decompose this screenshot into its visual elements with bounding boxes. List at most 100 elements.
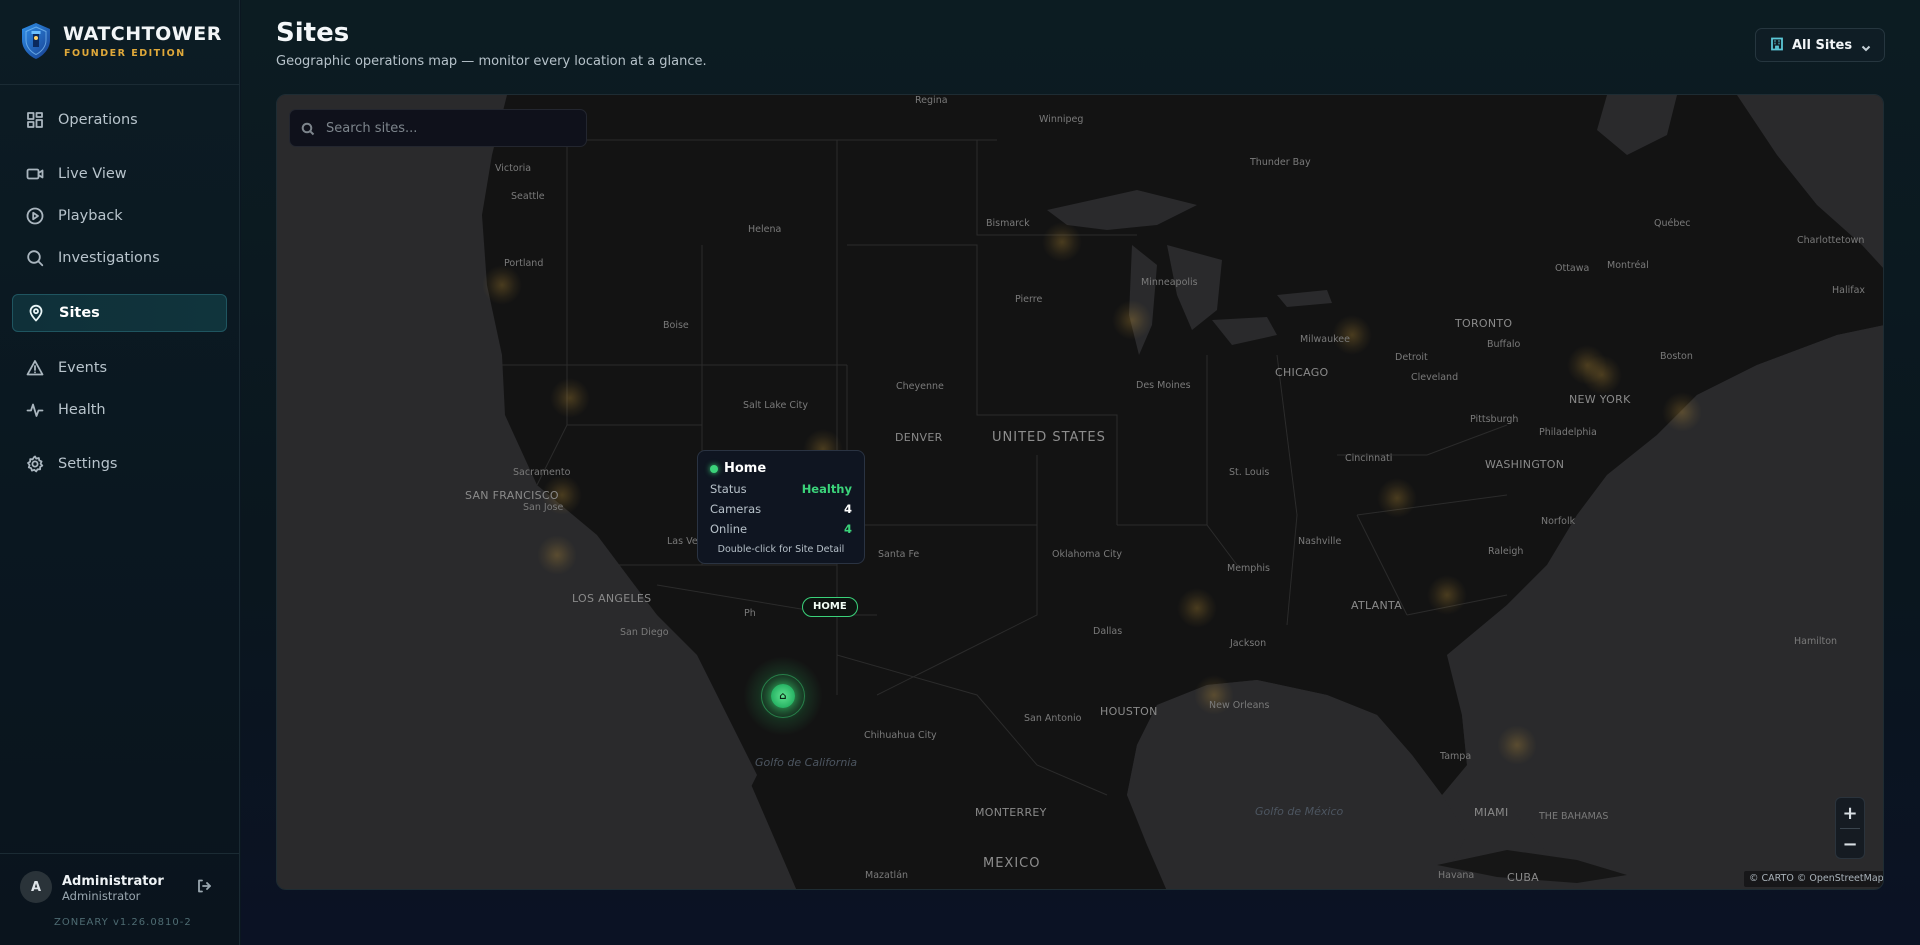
sidebar-item-label: Operations: [58, 112, 138, 128]
map-label: St. Louis: [1229, 467, 1270, 478]
site-label-home[interactable]: HOME: [802, 597, 858, 617]
site-popup[interactable]: Home Status Healthy Cameras 4 Online 4 D…: [697, 450, 865, 564]
sidebar-item-label: Events: [58, 360, 108, 376]
sidebar-item-sites[interactable]: Sites: [12, 294, 227, 332]
warning-triangle-icon: [26, 359, 44, 377]
city-glow: [537, 535, 577, 575]
user-role: Administrator: [62, 889, 141, 903]
popup-hint: Double-click for Site Detail: [717, 544, 845, 555]
sidebar-item-events[interactable]: Events: [12, 349, 227, 387]
pulse-icon: [26, 401, 44, 419]
map-label: Portland: [504, 258, 544, 269]
popup-row-status: Status Healthy: [710, 482, 852, 496]
site-search-input[interactable]: [289, 109, 587, 147]
site-filter-dropdown[interactable]: All Sites: [1755, 28, 1885, 62]
map-label: Santa Fe: [878, 549, 920, 560]
map-label: Tampa: [1440, 751, 1472, 762]
map-label: Jackson: [1230, 638, 1267, 649]
sidebar-item-health[interactable]: Health: [12, 391, 227, 429]
map-label: Cleveland: [1411, 372, 1459, 383]
city-glow: [1112, 300, 1152, 340]
map-label: Salt Lake City: [743, 400, 808, 411]
map-label: Oklahoma City: [1052, 549, 1122, 560]
map-label: Halifax: [1832, 285, 1866, 296]
map-label: Bismarck: [986, 218, 1030, 229]
city-glow: [1497, 725, 1537, 765]
sidebar-item-operations[interactable]: Operations: [12, 101, 227, 139]
map-label: CUBA: [1507, 871, 1540, 884]
city-glow: [550, 378, 590, 418]
logout-icon: [196, 879, 212, 898]
building-icon: [1770, 36, 1784, 55]
map-label: SAN FRANCISCO: [465, 489, 559, 502]
map-label: Seattle: [511, 191, 545, 202]
map-label: Nashville: [1298, 536, 1342, 547]
page-title: Sites: [276, 18, 350, 48]
map-label: Sacramento: [513, 467, 571, 478]
map-label: San Jose: [523, 502, 564, 513]
map-label: Mazatlán: [865, 870, 909, 881]
sidebar-item-label: Health: [58, 402, 106, 418]
map-label: TORONTO: [1455, 317, 1513, 330]
map-label: Charlottetown: [1797, 235, 1865, 246]
map-label: Raleigh: [1488, 546, 1524, 557]
map-label: Cincinnati: [1345, 453, 1393, 464]
app-version: ZONEARY v1.26.0810-2: [54, 917, 192, 928]
map-label: WASHINGTON: [1485, 458, 1565, 471]
sites-map[interactable]: Regina Winnipeg Thunder Bay Victoria Sea…: [276, 94, 1884, 890]
map-label: Regina: [915, 95, 948, 106]
map-label: Detroit: [1395, 352, 1428, 363]
popup-online-value: 4: [843, 522, 852, 536]
chevron-down-icon: [1860, 39, 1872, 58]
map-label: Norfolk: [1541, 516, 1576, 527]
gear-icon: [26, 455, 44, 473]
popup-status-label: Status: [710, 482, 747, 496]
popup-status-value: Healthy: [801, 482, 852, 496]
map-label: Pierre: [1015, 294, 1043, 305]
map-label: THE BAHAMAS: [1539, 811, 1609, 822]
map-attribution[interactable]: © CARTO © OpenStreetMap: [1744, 871, 1883, 887]
map-label: Golfo de México: [1255, 805, 1344, 818]
sidebar-item-label: Investigations: [58, 250, 160, 266]
play-circle-icon: [26, 207, 44, 225]
zoom-controls: + −: [1835, 797, 1865, 859]
map-label: New Orleans: [1209, 700, 1270, 711]
sidebar-item-investigations[interactable]: Investigations: [12, 239, 227, 277]
map-label: Cheyenne: [896, 381, 944, 392]
map-label: Dallas: [1093, 626, 1123, 637]
map-label: Québec: [1654, 218, 1691, 229]
user-name: Administrator: [62, 874, 164, 889]
city-glow: [482, 265, 522, 305]
map-label: CHICAGO: [1275, 366, 1329, 379]
page-subtitle: Geographic operations map — monitor ever…: [276, 54, 707, 69]
map-label: Helena: [748, 224, 782, 235]
sidebar-item-live-view[interactable]: Live View: [12, 155, 227, 193]
map-label: MEXICO: [983, 856, 1041, 871]
sidebar-item-settings[interactable]: Settings: [12, 445, 227, 483]
city-glow: [1427, 575, 1467, 615]
brand-edition: FOUNDER EDITION: [64, 48, 186, 59]
map-label: Thunder Bay: [1250, 157, 1311, 168]
logout-button[interactable]: [196, 878, 214, 896]
map-label: ATLANTA: [1351, 599, 1403, 612]
map-label: Des Moines: [1136, 380, 1191, 391]
map-label: LOS ANGELES: [572, 592, 652, 605]
avatar[interactable]: A: [20, 871, 52, 903]
city-glow: [1662, 392, 1702, 432]
search-icon: [26, 249, 44, 267]
zoom-in-button[interactable]: +: [1836, 798, 1864, 828]
sidebar: WATCHTOWER FOUNDER EDITION Operations Li…: [0, 0, 240, 945]
search-icon: [301, 121, 315, 136]
map-label: Philadelphia: [1539, 427, 1597, 438]
video-camera-icon: [26, 165, 44, 183]
site-marker-home[interactable]: ⌂: [771, 684, 795, 708]
brand-divider: [0, 84, 240, 85]
brand: WATCHTOWER FOUNDER EDITION: [20, 22, 235, 62]
zoom-out-button[interactable]: −: [1836, 829, 1864, 859]
map-pin-icon: [27, 304, 45, 322]
popup-title: Home: [710, 461, 852, 476]
sidebar-item-playback[interactable]: Playback: [12, 197, 227, 235]
popup-row-cameras: Cameras 4: [710, 502, 852, 516]
map-label: UNITED STATES: [992, 430, 1106, 445]
map-label: San Diego: [620, 627, 669, 638]
